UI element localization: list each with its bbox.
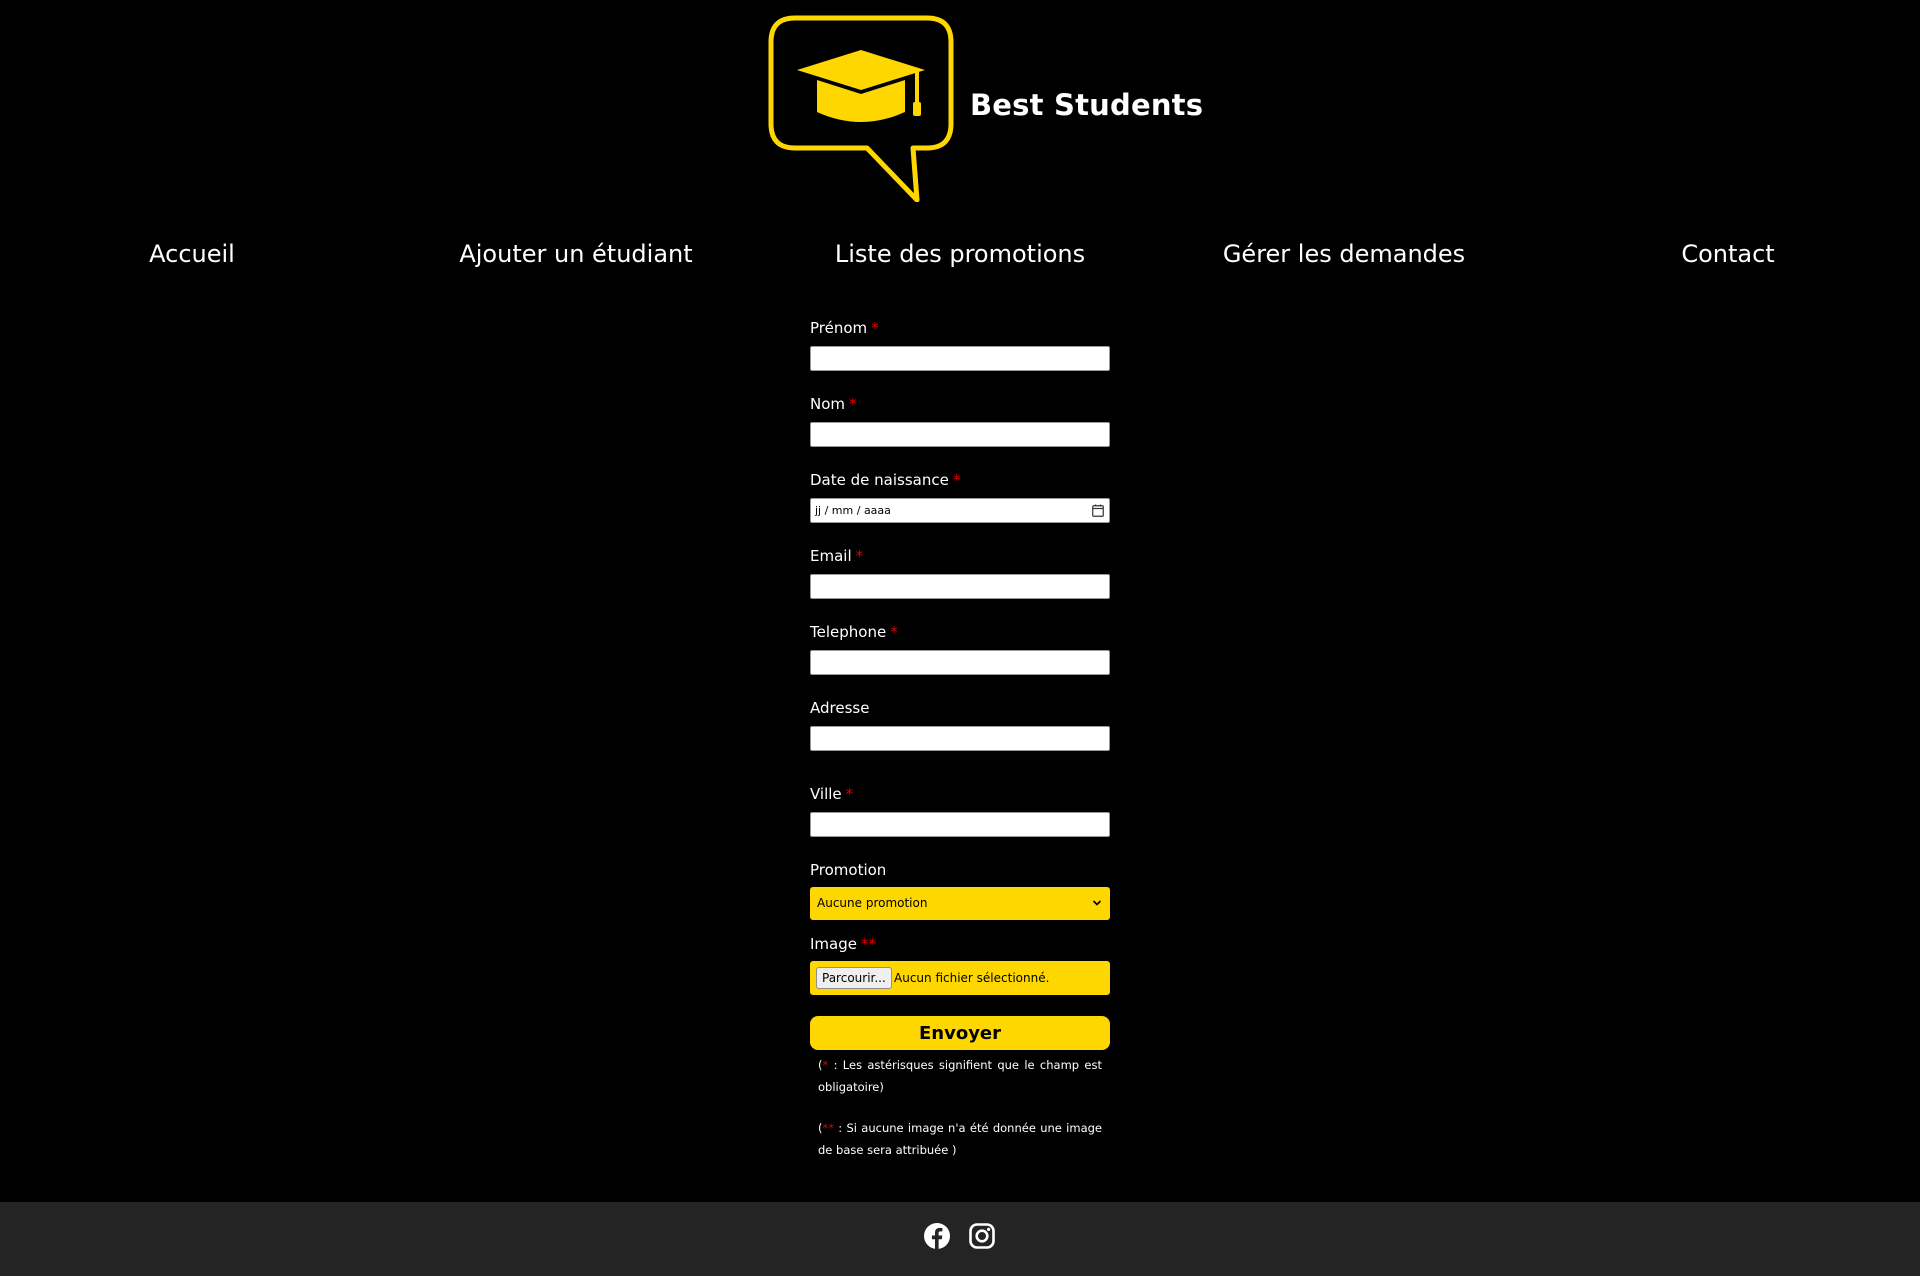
image-file-input[interactable]: Parcourir... Aucun fichier sélectionné.	[810, 961, 1110, 995]
image-note: (** : Si aucune image n'a été donnée une…	[818, 1121, 1102, 1157]
chevron-down-icon	[1092, 900, 1102, 906]
phone-input[interactable]	[810, 650, 1110, 675]
firstname-label: Prénom *	[810, 319, 879, 337]
main-nav: Accueil Ajouter un étudiant Liste des pr…	[0, 240, 1920, 272]
site-header: Best Students	[0, 0, 1920, 210]
required-marker: *	[855, 547, 864, 565]
file-status-text: Aucun fichier sélectionné.	[894, 971, 1050, 985]
required-marker: *	[952, 471, 961, 489]
required-marker: *	[849, 395, 857, 413]
required-marker: *	[845, 785, 854, 803]
graduation-cap-speech-bubble-icon[interactable]	[765, 14, 957, 202]
lastname-label: Nom *	[810, 395, 857, 413]
required-marker: *	[871, 319, 879, 337]
browse-button[interactable]: Parcourir...	[816, 967, 892, 989]
instagram-icon[interactable]	[968, 1222, 996, 1250]
phone-label: Telephone *	[810, 623, 898, 641]
required-marker: *	[890, 623, 898, 641]
email-input[interactable]	[810, 574, 1110, 599]
calendar-icon[interactable]	[1092, 504, 1104, 517]
nav-link-gerer-demandes[interactable]: Gérer les demandes	[1223, 240, 1465, 268]
nav-link-liste-promotions[interactable]: Liste des promotions	[835, 240, 1085, 268]
required-note: (* : Les astérisques signifient que le c…	[818, 1058, 1102, 1094]
nav-link-accueil[interactable]: Accueil	[149, 240, 235, 268]
nav-link-ajouter-etudiant[interactable]: Ajouter un étudiant	[459, 240, 692, 268]
promotion-select[interactable]: Aucune promotion	[810, 887, 1110, 920]
promotion-label: Promotion	[810, 861, 887, 879]
city-input[interactable]	[810, 812, 1110, 837]
promotion-selected-value: Aucune promotion	[817, 896, 928, 910]
site-footer	[0, 1202, 1920, 1276]
required-marker: **	[860, 935, 876, 953]
city-label: Ville *	[810, 785, 854, 803]
birthdate-placeholder: jj / mm / aaaa	[815, 504, 891, 517]
facebook-icon[interactable]	[923, 1222, 951, 1250]
firstname-input[interactable]	[810, 346, 1110, 371]
nav-link-contact[interactable]: Contact	[1681, 240, 1774, 268]
submit-button[interactable]: Envoyer	[810, 1016, 1110, 1050]
birthdate-label: Date de naissance *	[810, 471, 961, 489]
address-label: Adresse	[810, 699, 870, 717]
address-input[interactable]	[810, 726, 1110, 751]
brand-name: Best Students	[970, 88, 1204, 122]
lastname-input[interactable]	[810, 422, 1110, 447]
birthdate-input[interactable]: jj / mm / aaaa	[810, 498, 1110, 523]
image-label: Image **	[810, 935, 876, 953]
email-label: Email *	[810, 547, 864, 565]
